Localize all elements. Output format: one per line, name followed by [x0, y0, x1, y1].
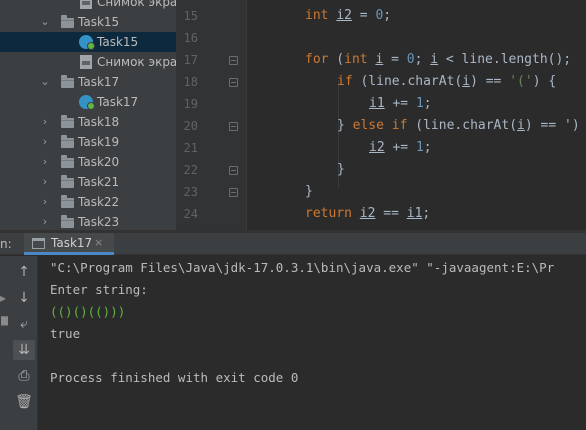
tree-item-task15-folder[interactable]: ⌄ Task15 — [0, 12, 176, 32]
line-number: 20 — [183, 119, 198, 133]
fold-marker-icon[interactable] — [229, 78, 238, 87]
folder-icon — [61, 175, 74, 188]
tab-title: Task17 — [51, 236, 93, 250]
code-line-19: i1 += 1; — [369, 96, 432, 111]
line-number: 21 — [183, 141, 198, 155]
tree-item-task17-folder[interactable]: ⌄ Task17 — [0, 72, 176, 92]
line-number: 17 — [183, 53, 198, 67]
chevron-right-icon[interactable]: › — [40, 132, 50, 152]
folder-icon — [61, 215, 74, 228]
line-number: 16 — [183, 31, 198, 45]
project-tree: Снимок экран ⌄ Task15 Task15 Снимок экра… — [0, 0, 176, 230]
tree-item-task15-class[interactable]: Task15 — [0, 32, 176, 52]
image-file-icon — [80, 55, 92, 69]
chevron-right-icon[interactable]: › — [40, 192, 50, 212]
folder-icon — [61, 155, 74, 168]
fold-marker-icon[interactable] — [229, 166, 238, 175]
chevron-down-icon[interactable]: ⌄ — [40, 72, 50, 92]
chevron-right-icon[interactable]: › — [40, 172, 50, 192]
folder-icon — [61, 135, 74, 148]
code-line-21: i2 += 1; — [369, 140, 432, 155]
code-line-20: } else if (line.charAt(i) == ') — [337, 118, 580, 133]
soft-wrap-icon[interactable]: ⤶ — [13, 314, 35, 334]
java-class-icon — [79, 35, 95, 50]
trash-icon[interactable]: 🗑 — [13, 392, 35, 412]
code-line-15: int i2 = 0; — [305, 8, 392, 23]
left-tool-strip: ▸ ■ — [0, 256, 11, 430]
print-icon[interactable]: ⎙ — [13, 366, 35, 386]
run-label: n: — [0, 237, 12, 251]
console-tab-icon — [32, 238, 45, 249]
tab-task17[interactable]: Task17 × — [24, 233, 114, 255]
console-user-input: (()()(())) — [50, 304, 126, 319]
fold-marker-icon[interactable] — [229, 188, 238, 197]
line-number: 22 — [183, 163, 198, 177]
code-line-22: } — [337, 162, 345, 177]
folder-icon — [61, 75, 74, 88]
rerun-icon[interactable]: ▸ — [0, 291, 6, 305]
code-editor[interactable] — [248, 0, 586, 230]
run-toolbar: ↑ ↓ ⤶ ⇊ ⎙ 🗑 — [8, 256, 38, 430]
run-tool-window-header: n: Task17 × — [0, 233, 586, 255]
tree-item-image-2[interactable]: Снимок экран — [0, 52, 176, 72]
tree-item-image-1[interactable]: Снимок экран — [0, 0, 176, 12]
line-number: 24 — [183, 207, 198, 221]
code-line-17: for (int i = 0; i < line.length(); — [305, 52, 572, 67]
code-line-24: return i2 == i1; — [305, 206, 431, 221]
up-arrow-icon[interactable]: ↑ — [13, 262, 35, 282]
chevron-right-icon[interactable]: › — [40, 212, 50, 230]
code-line-23: } — [305, 184, 313, 199]
tree-item-task21[interactable]: › Task21 — [0, 172, 176, 192]
java-class-icon — [79, 95, 95, 110]
tree-item-task17-class[interactable]: Task17 — [0, 92, 176, 112]
tree-item-task19[interactable]: › Task19 — [0, 132, 176, 152]
tree-item-task20[interactable]: › Task20 — [0, 152, 176, 172]
console-prompt: Enter string: — [50, 282, 148, 297]
chevron-right-icon[interactable]: › — [40, 112, 50, 132]
tree-item-task23[interactable]: › Task23 — [0, 212, 176, 230]
line-number: 19 — [183, 97, 198, 111]
code-line-18: if (line.charAt(i) == '(') { — [337, 74, 557, 89]
chevron-right-icon[interactable]: › — [40, 152, 50, 172]
console-result: true — [50, 326, 81, 341]
console-exit-message: Process finished with exit code 0 — [50, 370, 299, 385]
close-tab-icon[interactable]: × — [94, 233, 103, 253]
stop-icon[interactable]: ■ — [0, 313, 11, 327]
line-number: 23 — [183, 185, 198, 199]
chevron-down-icon[interactable]: ⌄ — [40, 12, 50, 32]
scroll-to-end-icon[interactable]: ⇊ — [13, 340, 35, 360]
fold-marker-icon[interactable] — [229, 56, 238, 65]
tree-item-task18[interactable]: › Task18 — [0, 112, 176, 132]
tree-item-task22[interactable]: › Task22 — [0, 192, 176, 212]
folder-icon — [61, 115, 74, 128]
console-command-line: "C:\Program Files\Java\jdk-17.0.3.1\bin\… — [50, 260, 555, 275]
image-file-icon — [80, 0, 92, 9]
fold-marker-icon[interactable] — [229, 122, 238, 131]
line-number: 15 — [183, 9, 198, 23]
line-number: 18 — [183, 75, 198, 89]
folder-icon — [61, 195, 74, 208]
down-arrow-icon[interactable]: ↓ — [13, 288, 35, 308]
folder-icon — [61, 15, 74, 28]
